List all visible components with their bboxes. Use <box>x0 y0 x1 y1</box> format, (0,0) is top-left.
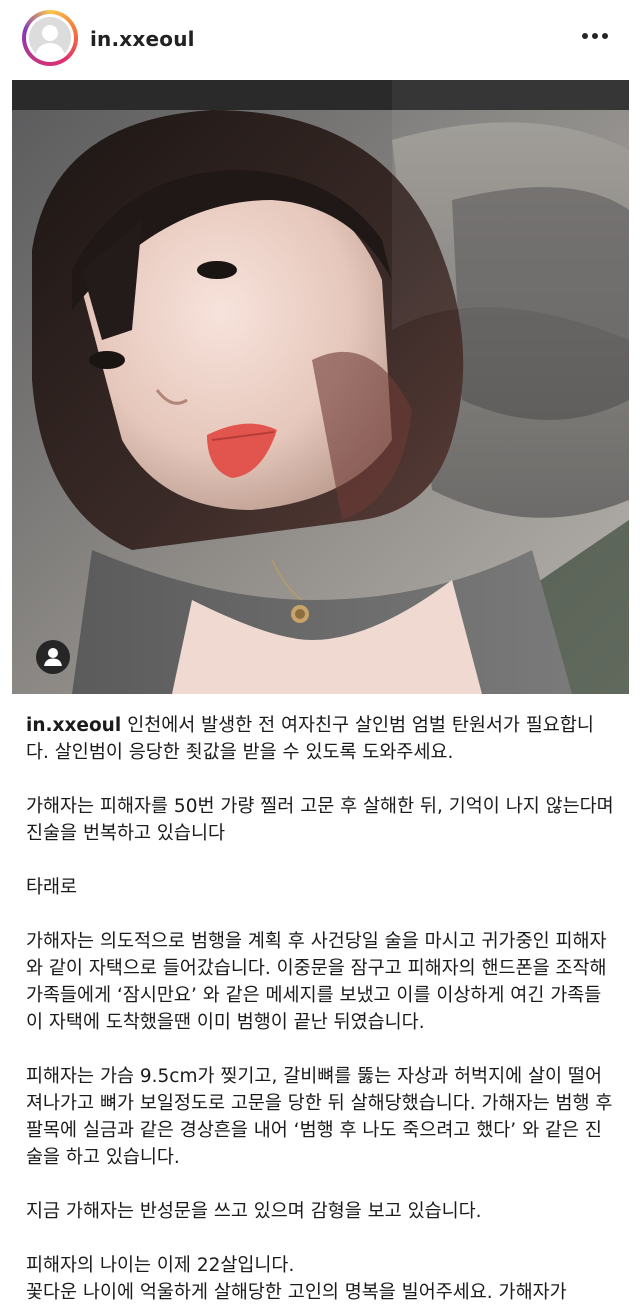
story-ring[interactable] <box>22 10 78 66</box>
post-caption: in.xxeoul 인천에서 발생한 전 여자친구 살인범 엄벌 탄원서가 필요합… <box>26 712 616 1306</box>
post-username[interactable]: in.xxeoul <box>90 27 195 51</box>
caption-paragraph: 피해자는 가슴 9.5cm가 찢기고, 갈비뼈를 뚫는 자상과 허벅지에 살이 … <box>26 1066 613 1168</box>
selfie-photo <box>12 80 629 694</box>
post-photo[interactable] <box>12 80 629 694</box>
caption-paragraph: 피해자의 나이는 이제 22살입니다. <box>26 1255 295 1276</box>
caption-username[interactable]: in.xxeoul <box>26 715 121 736</box>
caption-first-paragraph: in.xxeoul 인천에서 발생한 전 여자친구 살인범 엄벌 탄원서가 필요합… <box>26 712 616 766</box>
more-options-icon[interactable] <box>582 32 608 40</box>
default-avatar-icon <box>29 17 71 59</box>
post-header: in.xxeoul <box>0 0 640 78</box>
avatar[interactable] <box>29 17 71 59</box>
caption-paragraph: 꽃다운 나이에 억울하게 살해당한 고인의 명복을 빌어주세요. 가해자가 <box>26 1282 567 1303</box>
caption-paragraph: 지금 가해자는 반성문을 쓰고 있으며 감형을 보고 있습니다. <box>26 1201 482 1222</box>
caption-paragraph: 타래로 <box>26 877 78 898</box>
caption-paragraph: 가해자는 의도적으로 범행을 계획 후 사건당일 술을 마시고 귀가중인 피해자… <box>26 931 607 1033</box>
caption-paragraph: 가해자는 피해자를 50번 가량 찔러 고문 후 살해한 뒤, 기억이 나지 않… <box>26 796 614 844</box>
person-icon <box>44 648 62 666</box>
tagged-users-button[interactable] <box>36 640 70 674</box>
